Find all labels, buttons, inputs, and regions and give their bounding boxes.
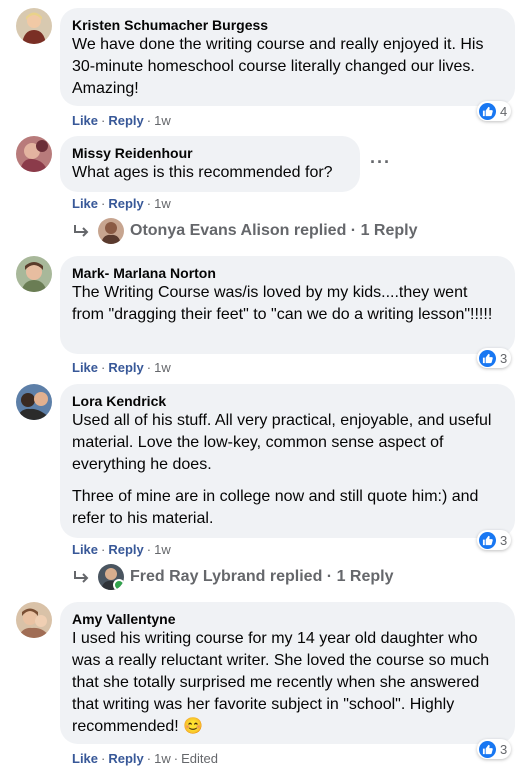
comment-author[interactable]: Mark- Marlana Norton (72, 264, 503, 282)
replies-text: Otonya Evans Alison replied · 1 Reply (130, 222, 418, 239)
comment-text: What ages is this recommended for? (72, 162, 348, 184)
reply-button[interactable]: Reply (108, 542, 143, 557)
comment-paragraph: The Writing Course was/is loved by my ki… (72, 284, 493, 323)
comment-bubble: Mark- Marlana Norton The Writing Course … (60, 256, 515, 354)
comment-author[interactable]: Amy Vallentyne (72, 610, 503, 628)
replies-text: Fred Ray Lybrand replied · 1 Reply (130, 568, 394, 585)
comment-time[interactable]: 1w (154, 360, 171, 375)
like-button[interactable]: Like (72, 196, 98, 211)
more-options-icon[interactable]: ··· (370, 152, 391, 173)
like-button[interactable]: Like (72, 360, 98, 375)
separator: · (101, 360, 106, 375)
view-replies-link[interactable]: Fred Ray Lybrand replied · 1 Reply (72, 563, 393, 591)
comment-actions: Like · Reply · 1w (72, 196, 171, 212)
comment-paragraph: Three of mine are in college now and sti… (72, 488, 479, 527)
separator: · (101, 113, 106, 128)
comment-time[interactable]: 1w (154, 542, 171, 557)
comment-paragraph: I used his writing course for my 14 year… (72, 630, 490, 735)
separator: · (146, 542, 152, 557)
reply-avatar (98, 564, 124, 590)
comment-text: Used all of his stuff. All very practica… (72, 410, 503, 530)
like-button[interactable]: Like (72, 113, 98, 128)
comment-actions: Like · Reply · 1w (72, 542, 171, 558)
separator: · (146, 196, 152, 211)
avatar[interactable] (16, 136, 52, 172)
separator: · (146, 751, 152, 766)
comment-author[interactable]: Kristen Schumacher Burgess (72, 16, 503, 34)
like-reaction-icon (479, 349, 496, 367)
reply-arrow-icon (74, 571, 89, 583)
avatar[interactable] (16, 256, 52, 292)
view-replies-link[interactable]: Otonya Evans Alison replied · 1 Reply (72, 217, 417, 245)
separator: · (146, 113, 152, 128)
comment-bubble: Missy Reidenhour What ages is this recom… (60, 136, 360, 192)
comment-author[interactable]: Lora Kendrick (72, 392, 503, 410)
comment-text: The Writing Course was/is loved by my ki… (72, 282, 503, 326)
comment-actions: Like · Reply · 1w (72, 360, 171, 376)
separator: · (173, 751, 179, 766)
like-button[interactable]: Like (72, 542, 98, 557)
comment-paragraph: What ages is this recommended for? (72, 164, 333, 181)
reply-button[interactable]: Reply (108, 751, 143, 766)
reaction-number: 4 (500, 103, 508, 119)
comment-paragraph: We have done the writing course and real… (72, 36, 484, 97)
comment-author[interactable]: Missy Reidenhour (72, 144, 348, 162)
comment-actions: Like · Reply · 1w (72, 113, 171, 129)
comment-text: We have done the writing course and real… (72, 34, 503, 100)
comment-text: I used his writing course for my 14 year… (72, 628, 503, 738)
reaction-count[interactable]: 3 (477, 739, 512, 759)
avatar[interactable] (16, 8, 52, 44)
like-reaction-icon (479, 740, 496, 758)
reaction-count[interactable]: 3 (477, 530, 512, 550)
separator: · (101, 542, 106, 557)
reply-button[interactable]: Reply (108, 113, 143, 128)
reaction-number: 3 (500, 350, 508, 366)
online-status-icon (113, 579, 124, 590)
edited-label[interactable]: Edited (181, 751, 218, 766)
comment-bubble: Lora Kendrick Used all of his stuff. All… (60, 384, 515, 538)
comment-paragraph: Used all of his stuff. All very practica… (72, 412, 492, 473)
reply-button[interactable]: Reply (108, 360, 143, 375)
like-reaction-icon (479, 531, 496, 549)
reply-avatar (98, 218, 124, 244)
comment-bubble: Kristen Schumacher Burgess We have done … (60, 8, 515, 106)
reaction-count[interactable]: 3 (477, 348, 512, 368)
separator: · (101, 751, 106, 766)
reaction-count[interactable]: 4 (477, 101, 512, 121)
separator: · (146, 360, 152, 375)
like-button[interactable]: Like (72, 751, 98, 766)
reaction-number: 3 (500, 532, 508, 548)
avatar[interactable] (16, 602, 52, 638)
comment-time[interactable]: 1w (154, 113, 171, 128)
reply-button[interactable]: Reply (108, 196, 143, 211)
comment-time[interactable]: 1w (154, 751, 171, 766)
comment-bubble: Amy Vallentyne I used his writing course… (60, 602, 515, 744)
like-reaction-icon (479, 102, 496, 120)
reaction-number: 3 (500, 741, 508, 757)
comment-time[interactable]: 1w (154, 196, 171, 211)
reply-arrow-icon (74, 225, 89, 237)
avatar[interactable] (16, 384, 52, 420)
separator: · (101, 196, 106, 211)
